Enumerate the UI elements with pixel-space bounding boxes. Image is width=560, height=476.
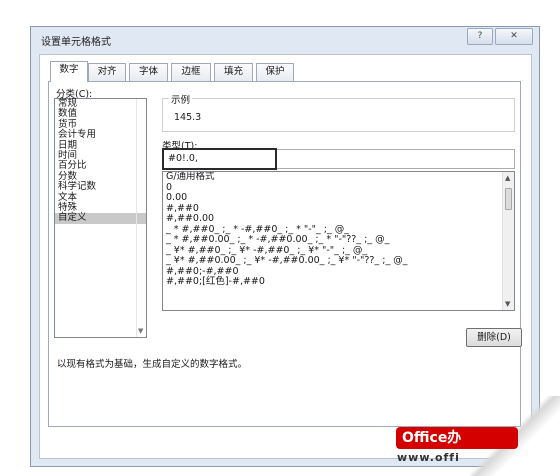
- category-scrollbar[interactable]: ▼: [136, 99, 146, 337]
- watermark-url: www.offi: [397, 451, 460, 464]
- tab-alignment[interactable]: 对齐: [88, 63, 126, 81]
- format-code-list[interactable]: G/通用格式 0 0.00 #,##0 #,##0.00 _ * #,##0_ …: [162, 171, 515, 311]
- category-item[interactable]: 科学记数: [55, 181, 146, 192]
- format-item[interactable]: 0.00: [163, 192, 514, 204]
- type-input-value[interactable]: #0!.0,: [168, 153, 198, 164]
- category-item-selected[interactable]: 自定义: [55, 212, 146, 224]
- description-text: 以现有格式为基础，生成自定义的数字格式。: [57, 359, 248, 370]
- scroll-down-arrow-icon[interactable]: ▼: [505, 300, 510, 308]
- format-item[interactable]: #,##0: [163, 203, 514, 215]
- tab-font[interactable]: 字体: [129, 63, 168, 81]
- dialog-body: 数字 对齐 字体 边框 填充 保护 分类(C): 常规 数值 货币 会计专用 日…: [39, 54, 532, 459]
- number-tab-panel: 分类(C): 常规 数值 货币 会计专用 日期 时间 百分比 分数 科学记数 文…: [48, 81, 522, 427]
- help-button[interactable]: ?: [467, 28, 493, 45]
- dialog-title: 设置单元格格式: [41, 37, 111, 48]
- sample-label: 示例: [169, 92, 193, 106]
- tab-protection[interactable]: 保护: [256, 63, 294, 81]
- tab-fill[interactable]: 填充: [214, 63, 253, 81]
- tab-number[interactable]: 数字: [50, 61, 88, 82]
- format-item[interactable]: _ * #,##0.00_ ;_ * -#,##0.00_ ;_ * "-"??…: [163, 234, 514, 246]
- sample-value: 145.3: [174, 112, 202, 123]
- category-item[interactable]: 会计专用: [55, 129, 146, 140]
- title-bar: 设置单元格格式 ? ✕: [31, 27, 539, 51]
- watermark-logo: Office办: [396, 427, 518, 449]
- format-cells-dialog: 设置单元格格式 ? ✕ 数字 对齐 字体 边框 填充 保护 分类(C): 常规 …: [30, 26, 540, 467]
- format-scrollbar[interactable]: ▲ ▼: [502, 172, 514, 310]
- format-item[interactable]: #,##0.00: [163, 213, 514, 225]
- format-item[interactable]: #,##0;[红色]-#,##0: [163, 276, 514, 288]
- delete-button[interactable]: 删除(D): [466, 328, 522, 347]
- scroll-down-arrow-icon[interactable]: ▼: [138, 327, 143, 335]
- tab-border[interactable]: 边框: [171, 63, 211, 81]
- scrollbar-thumb[interactable]: [505, 188, 512, 210]
- format-item[interactable]: 0: [163, 182, 514, 194]
- category-list[interactable]: 常规 数值 货币 会计专用 日期 时间 百分比 分数 科学记数 文本 特殊 自定…: [54, 98, 147, 338]
- sample-group: [162, 98, 515, 132]
- scroll-up-arrow-icon[interactable]: ▲: [505, 174, 510, 182]
- close-button[interactable]: ✕: [495, 28, 533, 45]
- format-item[interactable]: _ ¥* #,##0.00_ ;_ ¥* -#,##0.00_ ;_ ¥* "-…: [163, 255, 514, 267]
- format-item[interactable]: G/通用格式: [163, 172, 514, 183]
